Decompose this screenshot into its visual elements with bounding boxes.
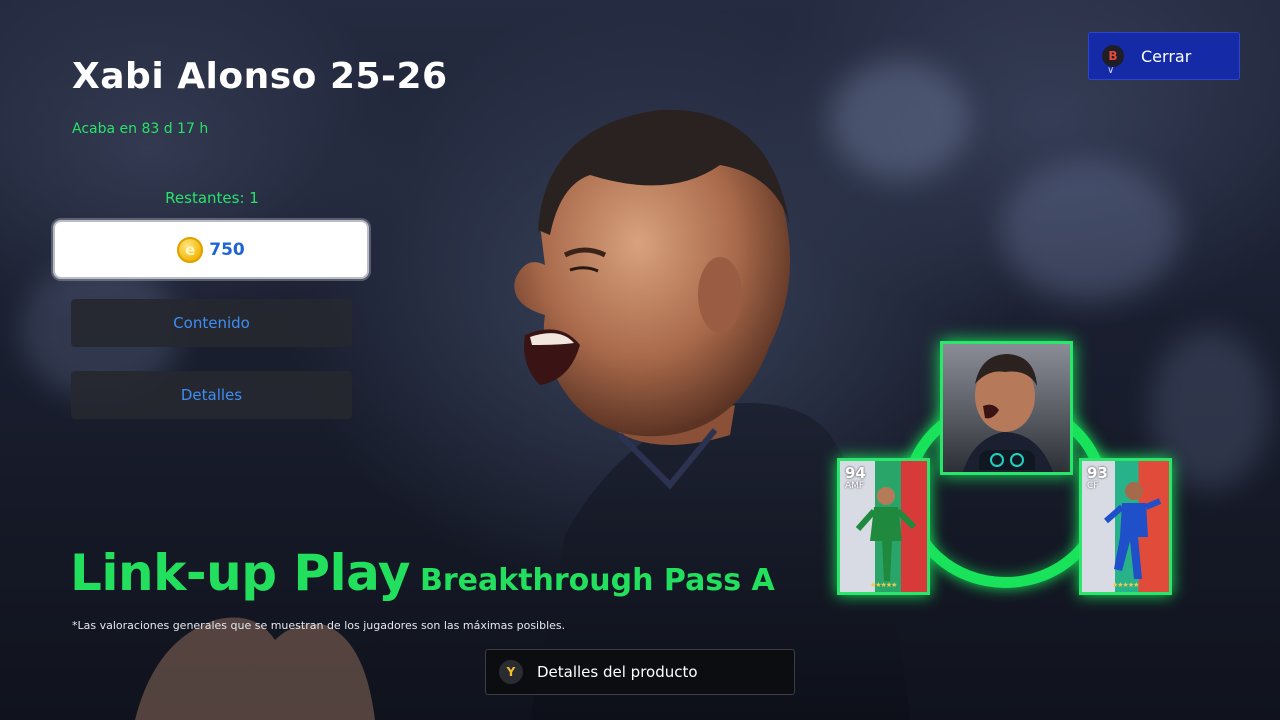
b-button-icon: B	[1102, 45, 1124, 67]
coach-card-badge	[979, 450, 1035, 470]
background-bokeh	[1000, 160, 1180, 300]
contents-button[interactable]: Contenido	[71, 299, 352, 347]
skill-name: Link-up Play	[70, 544, 410, 602]
ecoin-icon	[1010, 453, 1024, 467]
product-details-label: Detalles del producto	[537, 663, 698, 681]
details-label: Detalles	[180, 386, 243, 404]
chevron-down-icon: ∨	[1107, 65, 1115, 76]
close-button[interactable]: B ∨ Cerrar	[1088, 32, 1240, 80]
close-label: Cerrar	[1141, 46, 1192, 66]
purchase-button[interactable]: e 750	[55, 222, 367, 277]
player-card-right[interactable]: 93 CF ★★★★★	[1079, 458, 1172, 595]
ratings-disclaimer: *Las valoraciones generales que se muest…	[72, 619, 566, 632]
player-position: CF	[1087, 481, 1099, 491]
price-label: 750	[209, 239, 245, 260]
product-details-button[interactable]: Y Detalles del producto	[485, 649, 795, 695]
skill-headline: Link-up Play Breakthrough Pass A	[70, 544, 775, 602]
remaining-count: Restantes: 1	[165, 189, 259, 207]
player-stars: ★★★★★	[1112, 581, 1139, 589]
player-position: AMF	[845, 481, 865, 491]
clapping-hands	[135, 617, 375, 720]
ecoin-icon: e	[177, 236, 204, 263]
contents-label: Contenido	[173, 314, 250, 332]
y-button-icon: Y	[499, 660, 523, 684]
details-button[interactable]: Detalles	[71, 371, 352, 419]
sub-skill-name: Breakthrough Pass A	[419, 563, 775, 598]
player-rating: 94	[845, 464, 866, 482]
ecoin-icon	[990, 453, 1004, 467]
banner-title: Xabi Alonso 25-26	[72, 56, 448, 97]
player-card-left[interactable]: 94 AMF ★★★★★	[837, 458, 930, 595]
player-rating: 93	[1087, 464, 1108, 482]
player-stars: ★★★★★	[870, 581, 897, 589]
time-remaining: Acaba en 83 d 17 h	[72, 121, 209, 137]
coach-card[interactable]	[940, 341, 1073, 475]
